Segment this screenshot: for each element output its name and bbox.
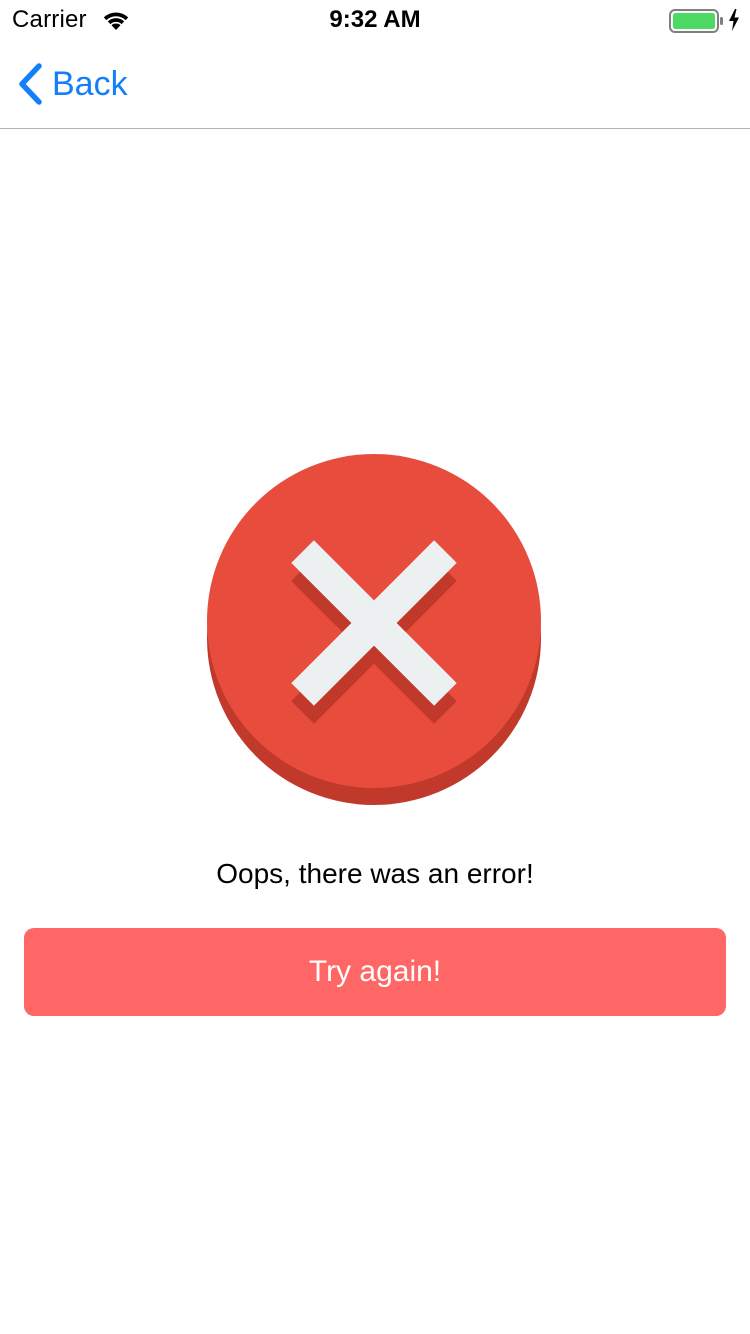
battery-icon xyxy=(669,9,723,33)
error-message: Oops, there was an error! xyxy=(216,858,534,889)
chevron-left-icon xyxy=(19,63,42,105)
error-x-icon xyxy=(207,454,541,805)
back-button[interactable]: Back xyxy=(14,58,128,110)
navigation-bar: Back xyxy=(0,40,750,129)
status-bar: Carrier 9:32 AM xyxy=(0,0,750,40)
try-again-button[interactable]: Try again! xyxy=(24,928,726,1016)
status-time: 9:32 AM xyxy=(329,6,421,33)
try-again-label: Try again! xyxy=(308,955,442,988)
charging-bolt-icon xyxy=(729,9,739,31)
back-button-label: Back xyxy=(52,64,128,103)
